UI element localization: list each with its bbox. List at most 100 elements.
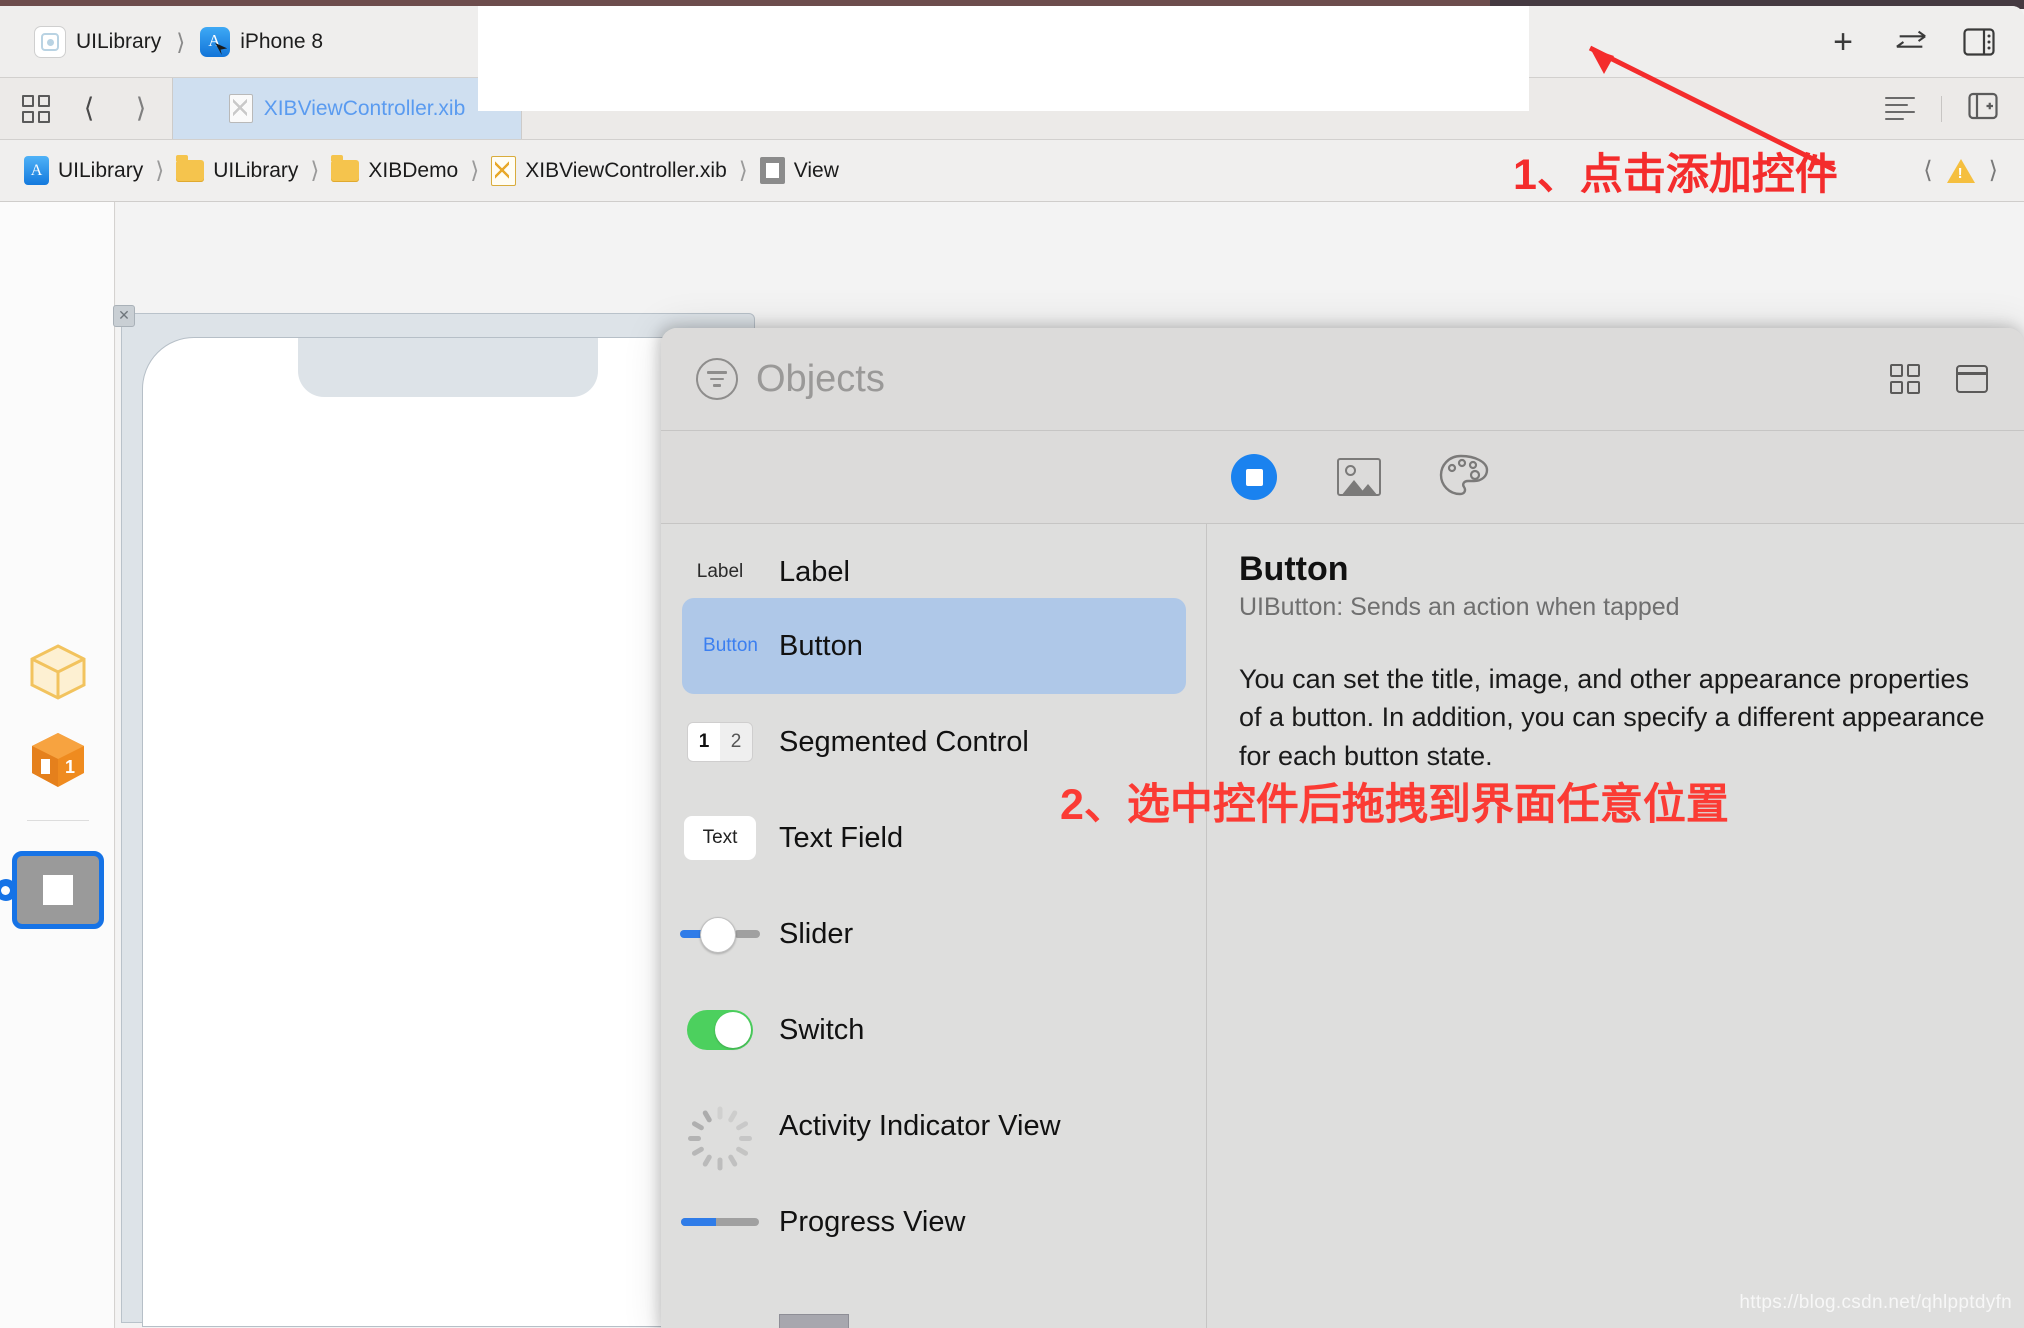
grid-squares-icon[interactable] [22, 95, 50, 123]
controls-tab[interactable] [1228, 451, 1280, 503]
button-chip-icon: Button [682, 635, 779, 657]
tab-bar-tools: ⟨ ⟩ [22, 78, 154, 139]
list-item[interactable]: Slider [661, 886, 1207, 982]
segmented-control-icon: 1 2 [661, 722, 779, 762]
text-field-icon: Text [661, 816, 779, 860]
placeholder-cube-icon[interactable] [27, 642, 89, 702]
svg-text:1: 1 [65, 757, 75, 777]
toolbar-divider [1941, 96, 1942, 122]
xib-file-icon [229, 94, 253, 123]
segment-two-label: 2 [720, 723, 752, 761]
slider-icon [661, 917, 779, 951]
chevron-left-icon[interactable]: ⟨ [76, 93, 102, 124]
activity-indicator-icon [661, 1104, 779, 1148]
chevron-right-icon[interactable]: ⟩ [1989, 156, 1998, 185]
folder-icon [176, 160, 204, 182]
list-item-selected[interactable]: Button Button [682, 598, 1186, 694]
screenshot-root: UILibrary ⟩ iPhone 8 + [0, 0, 2024, 1328]
breadcrumb-label: UILibrary [213, 159, 298, 183]
list-item-label: Segmented Control [779, 726, 1029, 759]
breadcrumb-item-0[interactable]: UILibrary [24, 156, 143, 185]
label-chip-text: Label [697, 561, 744, 583]
detail-view-icon[interactable] [1956, 365, 1988, 393]
objects-panel-body: Label Label Button Button 1 [661, 524, 2024, 1328]
annotation-step-1: 1、点击添加控件 [1513, 140, 1838, 202]
breadcrumb-label: XIBDemo [368, 159, 458, 183]
segment-one-label: 1 [688, 723, 720, 761]
palette-icon [1439, 454, 1489, 501]
breadcrumb-separator-icon: ⟩ [470, 157, 479, 184]
tab-bar-right-tools [1885, 78, 1998, 139]
close-icon[interactable]: ✕ [113, 305, 135, 327]
list-item-label: Switch [779, 1014, 864, 1047]
breadcrumb-label: XIBViewController.xib [525, 159, 727, 183]
outline-divider [27, 820, 89, 821]
objects-panel-title-group: Objects [696, 328, 885, 430]
breadcrumb-separator-icon: ⟩ [155, 157, 164, 184]
xib-file-icon [491, 156, 516, 186]
objects-list[interactable]: Label Label Button Button 1 [661, 524, 1207, 1328]
list-item-label: Progress View [779, 1206, 965, 1239]
device-notch [298, 337, 598, 397]
breadcrumb-separator-icon: ⟩ [739, 157, 748, 184]
device-frame: ✕ [121, 313, 755, 1323]
breadcrumb-item-2[interactable]: XIBDemo [331, 159, 458, 183]
objects-panel-header: Objects [661, 328, 2024, 431]
detail-subtitle: UIButton: Sends an action when tapped [1239, 593, 1992, 622]
document-outline-strip: 1 [0, 202, 115, 1328]
popover-overlay [478, 6, 1529, 111]
detail-title: Button [1239, 550, 1992, 589]
tab-label: XIBViewController.xib [264, 97, 466, 121]
project-icon [24, 156, 49, 185]
outline-items: 1 [0, 642, 115, 929]
list-item[interactable]: Progress View [661, 1174, 1207, 1270]
breadcrumb-item-1[interactable]: UILibrary [176, 159, 298, 183]
list-item-label: Label [779, 556, 850, 589]
breadcrumb-item-4[interactable]: View [760, 157, 839, 184]
detail-description: You can set the title, image, and other … [1239, 660, 1992, 775]
xcode-window: UILibrary ⟩ iPhone 8 + [0, 6, 2024, 1328]
chevron-left-icon[interactable]: ⟨ [1923, 156, 1932, 185]
tab-xibviewcontroller[interactable]: XIBViewController.xib [172, 78, 522, 139]
swap-arrows-icon[interactable] [1894, 25, 1928, 59]
add-editor-icon[interactable] [1968, 92, 1998, 125]
watermark: https://blog.csdn.net/qhlpptdyfn [1739, 1292, 2012, 1314]
breadcrumb-item-3[interactable]: XIBViewController.xib [491, 156, 727, 186]
right-panel-icon[interactable] [1962, 25, 1996, 59]
colors-tab[interactable] [1438, 451, 1490, 503]
progress-view-icon [661, 1218, 779, 1226]
objects-panel-view-toggles [1890, 328, 1988, 430]
issue-navigator: ⟨ ⟩ [1923, 140, 1998, 201]
list-item-partial[interactable] [779, 1314, 849, 1328]
list-item-label: Slider [779, 918, 853, 951]
first-responder-cube-icon[interactable]: 1 [27, 730, 89, 790]
breadcrumb-items: UILibrary ⟩ UILibrary ⟩ XIBDemo ⟩ XIBVie… [24, 140, 839, 201]
blue-square-circle-icon [1231, 454, 1277, 500]
list-item-label: Activity Indicator View [779, 1110, 1061, 1143]
grid-view-icon[interactable] [1890, 364, 1920, 394]
annotation-step-2: 2、选中控件后拖拽到界面任意位置 [1060, 770, 1729, 832]
folder-icon [331, 160, 359, 182]
filter-icon[interactable] [696, 358, 738, 400]
outline-item-view[interactable] [12, 851, 104, 929]
chevron-right-icon[interactable]: ⟩ [128, 93, 154, 124]
connection-knob-icon [0, 879, 17, 901]
warning-triangle-icon[interactable] [1947, 159, 1975, 183]
scheme-selector[interactable]: UILibrary ⟩ iPhone 8 [34, 6, 323, 78]
app-target-icon [34, 26, 66, 58]
document-lines-icon[interactable] [1885, 97, 1915, 121]
list-item[interactable]: Switch [661, 982, 1207, 1078]
list-item[interactable]: Activity Indicator View [661, 1078, 1207, 1174]
breadcrumb-separator-icon: ⟩ [310, 157, 319, 184]
switch-icon [661, 1010, 779, 1050]
scheme-name: UILibrary [76, 30, 161, 54]
media-tab[interactable] [1333, 451, 1385, 503]
image-icon [1337, 458, 1381, 496]
view-object-icon [760, 157, 785, 184]
scheme-separator-icon: ⟩ [176, 29, 185, 56]
plus-icon[interactable]: + [1826, 25, 1860, 59]
destination-name: iPhone 8 [240, 30, 323, 54]
objects-panel-title: Objects [756, 358, 885, 401]
button-chip-text: Button [703, 635, 758, 657]
objects-detail-pane: Button UIButton: Sends an action when ta… [1207, 524, 2024, 1328]
